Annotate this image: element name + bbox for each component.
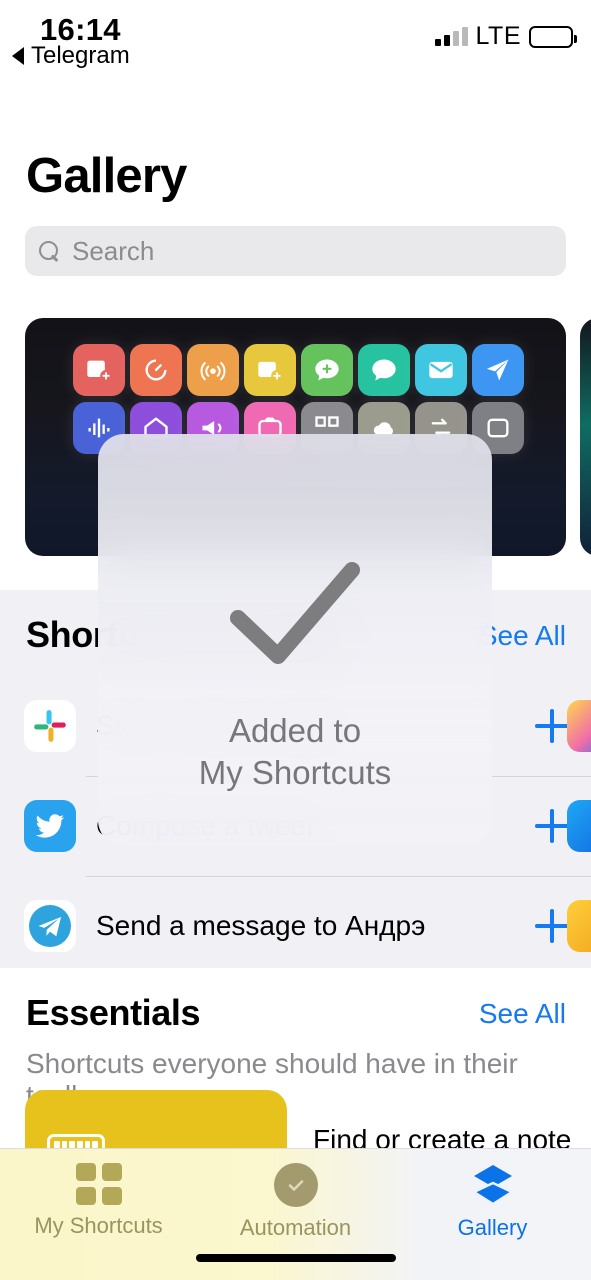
back-to-app-button[interactable]: Telegram xyxy=(12,42,130,70)
back-arrow-icon xyxy=(12,47,24,65)
battery-icon xyxy=(529,25,577,48)
see-all-link[interactable]: See All xyxy=(479,998,566,1030)
add-shortcut-button[interactable] xyxy=(535,709,569,743)
home-indicator xyxy=(195,1254,396,1262)
tab-bar: My Shortcuts Automation Gallery xyxy=(0,1148,591,1280)
featured-card-secondary[interactable] xyxy=(580,318,591,556)
tab-label: Gallery xyxy=(457,1215,528,1240)
add-shortcut-button[interactable] xyxy=(535,809,569,843)
timer-icon xyxy=(130,344,182,396)
tab-gallery[interactable]: Gallery xyxy=(394,1163,591,1241)
automation-clock-icon xyxy=(273,1163,318,1207)
tab-automation[interactable]: Automation xyxy=(197,1163,394,1241)
signal-strength-icon xyxy=(434,26,468,46)
checkmark-icon xyxy=(220,556,370,676)
added-confirmation-hud: Added to My Shortcuts xyxy=(98,434,492,846)
grid-icon xyxy=(75,1163,122,1205)
search-icon xyxy=(39,240,60,262)
slack-icon xyxy=(24,700,76,752)
list-item-label: Send a message to Андрэ xyxy=(96,910,426,941)
network-type-label: LTE xyxy=(475,22,521,50)
note-add-icon xyxy=(244,344,296,396)
twitter-icon xyxy=(24,800,76,852)
app-screen: 16:14 Telegram LTE Gallery Search See Al… xyxy=(0,0,591,1280)
hud-line-1: Added to xyxy=(228,712,362,749)
page-title: Gallery xyxy=(26,149,187,203)
tab-label: Automation xyxy=(239,1215,352,1240)
hud-line-2: My Shortcuts xyxy=(198,754,392,792)
search-input[interactable]: Search xyxy=(25,226,566,276)
tab-my-shortcuts[interactable]: My Shortcuts xyxy=(0,1163,197,1239)
add-shortcut-button[interactable] xyxy=(535,909,569,943)
broadcast-icon xyxy=(187,344,239,396)
back-app-label: Telegram xyxy=(31,42,130,69)
layers-icon xyxy=(470,1163,516,1207)
status-bar: 16:14 Telegram LTE xyxy=(0,0,591,92)
next-column-icon xyxy=(567,800,591,852)
hud-message: Added to My Shortcuts xyxy=(199,710,392,794)
chat-bubble-icon xyxy=(358,344,410,396)
paper-plane-icon xyxy=(472,344,524,396)
tab-label: My Shortcuts xyxy=(34,1213,163,1238)
search-placeholder: Search xyxy=(72,235,155,266)
telegram-icon xyxy=(24,900,76,952)
next-column-icon xyxy=(567,700,591,752)
calendar-add-icon xyxy=(73,344,125,396)
mail-icon xyxy=(415,344,467,396)
section-title: Essentials xyxy=(26,992,201,1033)
next-column-icon xyxy=(567,900,591,952)
list-item[interactable]: Send a message to Андрэ xyxy=(0,876,591,976)
status-indicators: LTE xyxy=(434,22,577,51)
message-add-icon xyxy=(301,344,353,396)
